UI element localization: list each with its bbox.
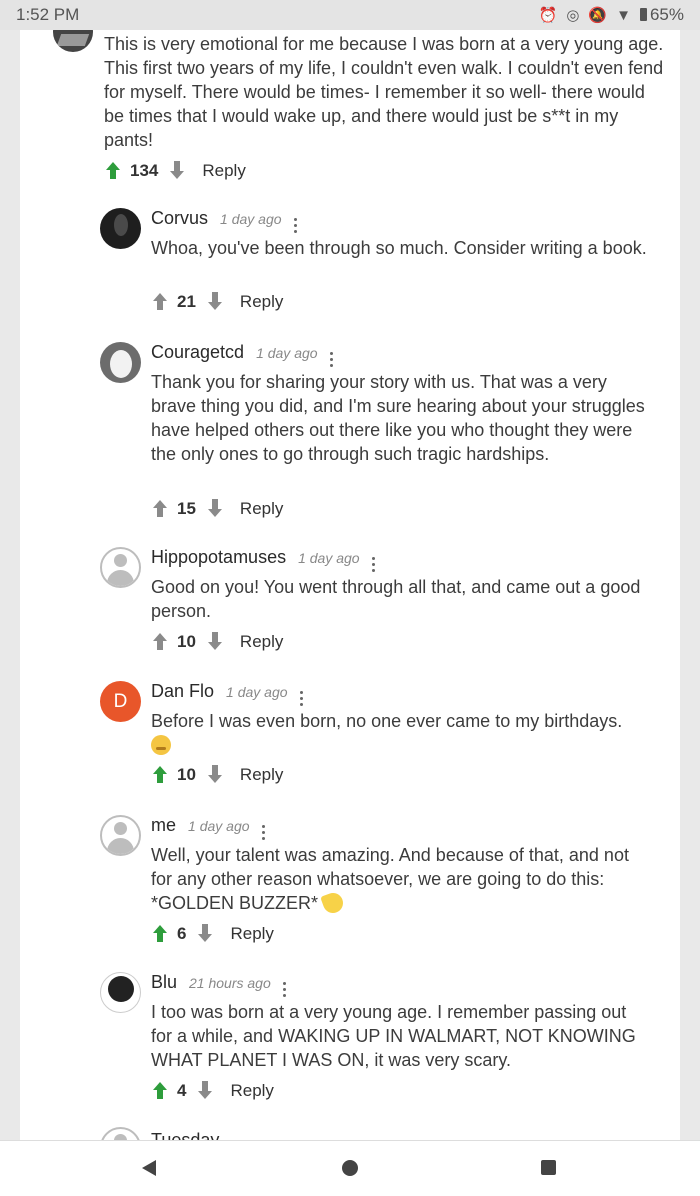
comment-actions: 4 Reply: [151, 1081, 274, 1101]
reply-button[interactable]: Reply: [240, 292, 283, 312]
downvote-icon[interactable]: [196, 924, 214, 944]
upvote-icon[interactable]: [151, 632, 169, 652]
pensive-face-emoji: [151, 735, 171, 755]
author-name[interactable]: Tuesday: [151, 1130, 219, 1140]
reply-comment-partial: Tuesday: [100, 1127, 400, 1140]
author-name[interactable]: Couragetcd: [151, 342, 244, 363]
timestamp: 1 day ago: [220, 211, 282, 227]
upvote-icon[interactable]: [151, 1081, 169, 1101]
avatar[interactable]: [53, 30, 93, 52]
author-name[interactable]: me: [151, 815, 176, 836]
battery-icon: [639, 8, 647, 21]
avatar[interactable]: [100, 1127, 141, 1140]
comment-actions: 134 Reply: [104, 161, 246, 181]
status-icons: ⏰ ◎ 🔕 ▼ 65%: [539, 5, 684, 25]
comment-text: Good on you! You went through all that, …: [151, 577, 641, 621]
comment-header: Hippopotamuses 1 day ago: [151, 547, 375, 572]
home-icon[interactable]: [342, 1160, 358, 1176]
comment-header: me 1 day ago: [151, 815, 265, 840]
reply-button[interactable]: Reply: [202, 161, 245, 181]
battery-percent: 65%: [649, 5, 684, 24]
comment-body: Well, your talent was amazing. And becau…: [151, 843, 651, 916]
more-options-icon[interactable]: [371, 557, 375, 572]
downvote-icon[interactable]: [168, 161, 186, 181]
comment-text: This is very emotional for me because I …: [104, 34, 664, 150]
more-options-icon[interactable]: [299, 691, 303, 706]
downvote-icon[interactable]: [206, 765, 224, 785]
vote-count: 15: [177, 499, 196, 518]
reply-button[interactable]: Reply: [230, 924, 273, 944]
comment-actions: 15 Reply: [151, 499, 283, 519]
timestamp: 1 day ago: [298, 550, 360, 566]
status-bar: 1:52 PM ⏰ ◎ 🔕 ▼ 65%: [0, 0, 700, 30]
timestamp: 1 day ago: [226, 684, 288, 700]
author-name[interactable]: Hippopotamuses: [151, 547, 286, 568]
alarm-icon: ⏰: [538, 7, 558, 24]
comment-actions: 10 Reply: [151, 765, 283, 785]
wifi-icon: ▼: [616, 6, 631, 24]
downvote-icon[interactable]: [196, 1081, 214, 1101]
comment-actions: 6 Reply: [151, 924, 274, 944]
avatar[interactable]: [100, 972, 141, 1013]
more-options-icon[interactable]: [293, 218, 297, 233]
downvote-icon[interactable]: [206, 499, 224, 519]
comment-text: Thank you for sharing your story with us…: [151, 372, 645, 464]
comment-header: Blu 21 hours ago: [151, 972, 286, 997]
comments-card: This is very emotional for me because I …: [20, 30, 680, 1140]
status-time: 1:52 PM: [16, 5, 80, 24]
timestamp: 1 day ago: [256, 345, 318, 361]
timestamp: 1 day ago: [188, 818, 250, 834]
author-name[interactable]: Blu: [151, 972, 177, 993]
battery-indicator: 65%: [639, 5, 684, 25]
reply-button[interactable]: Reply: [230, 1081, 273, 1101]
vote-count: 10: [177, 632, 196, 651]
more-options-icon[interactable]: [329, 352, 333, 367]
upvote-icon[interactable]: [151, 499, 169, 519]
upvote-icon[interactable]: [151, 924, 169, 944]
more-options-icon[interactable]: [282, 982, 286, 997]
upvote-icon[interactable]: [104, 161, 122, 181]
comment-text: Well, your talent was amazing. And becau…: [151, 845, 629, 913]
more-options-icon[interactable]: [261, 825, 265, 840]
navigation-bar: [0, 1140, 700, 1196]
downvote-icon[interactable]: [206, 292, 224, 312]
upvote-icon[interactable]: [151, 292, 169, 312]
reply-button[interactable]: Reply: [240, 632, 283, 652]
author-name[interactable]: Corvus: [151, 208, 208, 229]
comment-header: Dan Flo 1 day ago: [151, 681, 303, 706]
mute-icon: 🔕: [588, 7, 608, 24]
reply-button[interactable]: Reply: [240, 765, 283, 785]
comment-header: Corvus 1 day ago: [151, 208, 297, 233]
comment-actions: 21 Reply: [151, 292, 283, 312]
downvote-icon[interactable]: [206, 632, 224, 652]
comment-text: Before I was even born, no one ever came…: [151, 711, 623, 731]
vote-count: 10: [177, 765, 196, 784]
comment-text: I too was born at a very young age. I re…: [151, 1002, 636, 1070]
vote-count: 134: [130, 161, 159, 180]
author-name[interactable]: Dan Flo: [151, 681, 214, 702]
comment-text: Whoa, you've been through so much. Consi…: [151, 238, 647, 258]
vote-count: 6: [177, 924, 187, 943]
upvote-icon[interactable]: [151, 765, 169, 785]
back-icon[interactable]: [142, 1160, 156, 1176]
vote-count: 4: [177, 1081, 187, 1100]
avatar[interactable]: [100, 547, 141, 588]
comment-body: Before I was even born, no one ever came…: [151, 709, 651, 757]
avatar[interactable]: [100, 342, 141, 383]
comment-actions: 10 Reply: [151, 632, 283, 652]
avatar[interactable]: D: [100, 681, 141, 722]
vote-count: 21: [177, 292, 196, 311]
reply-button[interactable]: Reply: [240, 499, 283, 519]
avatar[interactable]: [100, 208, 141, 249]
data-saver-icon: ◎: [566, 7, 580, 24]
comment-header: Couragetcd 1 day ago: [151, 342, 333, 367]
recents-icon[interactable]: [541, 1160, 556, 1175]
avatar[interactable]: [100, 815, 141, 856]
timestamp: 21 hours ago: [189, 975, 271, 991]
party-popper-emoji: [320, 890, 346, 916]
